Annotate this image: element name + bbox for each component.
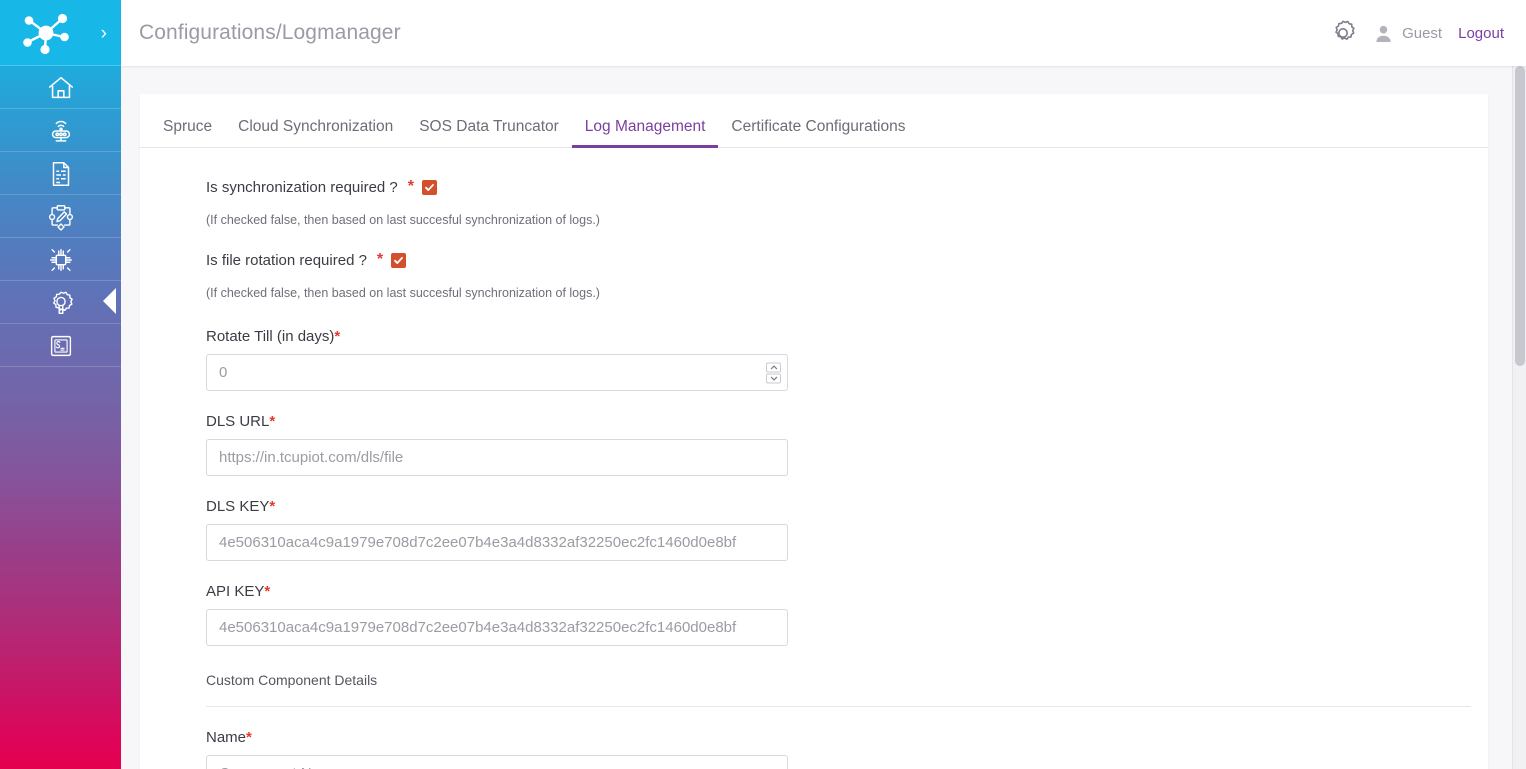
topbar: Configurations/Logmanager Guest Logout — [121, 0, 1526, 66]
component-name-label-text: Name — [206, 729, 247, 746]
sidebar-item-gateway[interactable] — [0, 109, 121, 152]
tab-sos-data-truncator[interactable]: SOS Data Truncator — [406, 118, 572, 148]
sync-required-row: Is synchronization required ? * — [206, 178, 1488, 196]
field-dls-url: DLS URL* — [206, 413, 1488, 476]
api-key-input[interactable] — [206, 609, 788, 646]
user-name: Guest — [1402, 24, 1443, 42]
file-rotation-checkbox[interactable] — [391, 252, 407, 268]
microchip-icon — [49, 248, 72, 271]
dls-key-input[interactable] — [206, 524, 788, 561]
chevron-down-icon — [770, 376, 777, 380]
user-icon — [1376, 25, 1391, 42]
rotate-till-asterisk: * — [334, 328, 341, 345]
main-region: Configurations/Logmanager Guest Logout S… — [121, 0, 1526, 769]
dls-url-input-wrap — [206, 439, 788, 476]
component-name-asterisk: * — [246, 729, 252, 746]
dls-key-input-wrap — [206, 524, 788, 561]
sidebar-logo-cell[interactable]: › — [0, 0, 121, 66]
settings-card: Spruce Cloud Synchronization SOS Data Tr… — [140, 94, 1488, 769]
dls-key-asterisk: * — [269, 498, 276, 515]
terminal-script-icon — [50, 335, 71, 356]
tab-certificate-configurations[interactable]: Certificate Configurations — [718, 118, 918, 148]
api-key-label-text: API KEY — [206, 583, 265, 600]
circuit-edit-icon — [48, 204, 73, 231]
content-area: Spruce Cloud Synchronization SOS Data Tr… — [121, 66, 1526, 769]
sync-required-label: Is synchronization required ? — [206, 178, 398, 196]
gear-wrench-icon — [52, 291, 73, 314]
settings-button[interactable] — [1328, 18, 1358, 48]
field-rotate-till: Rotate Till (in days)* — [206, 328, 1488, 391]
file-rotation-help: (If checked false, then based on last su… — [206, 286, 600, 300]
sidebar: › — [0, 0, 121, 769]
check-icon — [394, 256, 404, 264]
page-scrollbar[interactable] — [1512, 66, 1526, 769]
stepper-up-button[interactable] — [766, 362, 781, 372]
gear-icon — [1335, 20, 1355, 40]
app-root: › Configurations/Logmanager Guest Logout… — [0, 0, 1526, 769]
check-icon — [425, 183, 434, 191]
api-key-input-wrap — [206, 609, 788, 646]
api-key-asterisk: * — [264, 583, 271, 600]
sidebar-collapse-handle[interactable] — [103, 288, 116, 314]
tab-cloud-synchronization[interactable]: Cloud Synchronization — [225, 118, 406, 148]
sync-required-help: (If checked false, then based on last su… — [206, 213, 600, 227]
component-name-input-wrap — [206, 755, 788, 769]
sidebar-item-devices[interactable] — [0, 238, 121, 281]
tab-spruce[interactable]: Spruce — [150, 118, 225, 148]
section-divider — [206, 706, 1471, 707]
file-rotation-row: Is file rotation required ? * — [206, 251, 1488, 269]
dls-url-label-text: DLS URL — [206, 413, 270, 430]
rotate-till-label: Rotate Till (in days)* — [206, 328, 1488, 345]
tab-log-management[interactable]: Log Management — [571, 118, 719, 148]
file-rotation-asterisk: * — [376, 251, 384, 268]
user-info: Guest — [1374, 24, 1442, 43]
dls-url-asterisk: * — [269, 413, 276, 430]
sidebar-item-reports[interactable] — [0, 152, 121, 195]
page-scrollbar-thumb[interactable] — [1515, 66, 1525, 366]
sidebar-item-home[interactable] — [0, 66, 121, 109]
network-hub-logo — [23, 13, 69, 55]
field-sync-required: Is synchronization required ? * (If chec… — [206, 178, 1488, 227]
gateway-device-icon — [51, 120, 70, 142]
sync-required-asterisk: * — [407, 178, 415, 195]
log-management-form: Is synchronization required ? * (If chec… — [140, 148, 1488, 769]
dls-key-label-text: DLS KEY — [206, 498, 270, 515]
component-name-input[interactable] — [206, 755, 788, 769]
rotate-till-label-text: Rotate Till (in days) — [206, 328, 335, 345]
sync-required-checkbox[interactable] — [422, 179, 438, 195]
sidebar-item-scripts[interactable] — [0, 324, 121, 367]
custom-component-section-title: Custom Component Details — [206, 672, 378, 688]
chevron-up-icon — [770, 365, 777, 369]
dls-url-input[interactable] — [206, 439, 788, 476]
sidebar-expand-chevron-icon[interactable]: › — [101, 24, 107, 43]
field-api-key: API KEY* — [206, 583, 1488, 646]
tab-bar: Spruce Cloud Synchronization SOS Data Tr… — [140, 94, 1488, 148]
api-key-label: API KEY* — [206, 583, 1488, 600]
field-dls-key: DLS KEY* — [206, 498, 1488, 561]
logout-link[interactable]: Logout — [1458, 25, 1504, 42]
field-file-rotation-required: Is file rotation required ? * (If checke… — [206, 251, 1488, 300]
sidebar-item-designer[interactable] — [0, 195, 121, 238]
rotate-till-input[interactable] — [206, 354, 788, 391]
stepper-down-button[interactable] — [766, 373, 781, 383]
file-rotation-label: Is file rotation required ? — [206, 251, 367, 269]
dls-key-label: DLS KEY* — [206, 498, 1488, 515]
page-title: Configurations/Logmanager — [139, 21, 401, 44]
rotate-till-stepper — [766, 362, 781, 383]
topbar-actions: Guest Logout — [1328, 18, 1504, 48]
rotate-till-input-wrap — [206, 354, 788, 391]
home-icon — [48, 76, 73, 98]
component-name-label: Name* — [206, 729, 1488, 746]
field-component-name: Name* — [206, 729, 1488, 769]
dls-url-label: DLS URL* — [206, 413, 1488, 430]
document-report-icon — [52, 161, 69, 186]
